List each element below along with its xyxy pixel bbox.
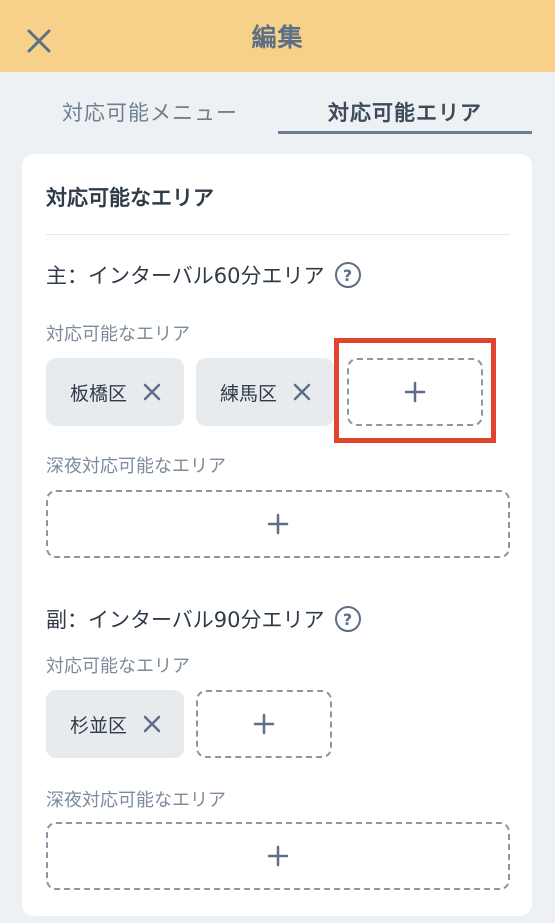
remove-icon[interactable] bbox=[292, 382, 312, 402]
primary-area-title: 主：インターバル60分エリア bbox=[46, 264, 325, 288]
close-icon bbox=[27, 29, 51, 53]
add-area-button[interactable] bbox=[196, 690, 332, 758]
help-icon[interactable]: ? bbox=[334, 262, 361, 288]
plus-icon bbox=[267, 513, 289, 535]
remove-icon[interactable] bbox=[142, 382, 162, 402]
secondary-area-section-title: 副：インターバル90分エリア ? bbox=[46, 604, 361, 634]
tab-available-area[interactable]: 対応可能エリア bbox=[278, 90, 532, 134]
card-title: 対応可能なエリア bbox=[46, 186, 214, 210]
primary-areas-label: 対応可能なエリア bbox=[46, 324, 190, 345]
secondary-area-title: 副：インターバル90分エリア bbox=[46, 608, 325, 632]
add-night-area-button[interactable] bbox=[46, 822, 510, 890]
area-chip-nerima: 練馬区 bbox=[196, 358, 334, 426]
plus-icon bbox=[253, 713, 275, 735]
area-chip-suginami: 杉並区 bbox=[46, 690, 184, 758]
primary-night-label: 深夜対応可能なエリア bbox=[46, 456, 226, 477]
area-chip-label: 練馬区 bbox=[220, 382, 278, 405]
page-title: 編集 bbox=[251, 23, 304, 52]
secondary-night-label: 深夜対応可能なエリア bbox=[46, 790, 226, 811]
primary-area-section-title: 主：インターバル60分エリア ? bbox=[46, 260, 361, 290]
add-night-area-button[interactable] bbox=[46, 490, 510, 558]
area-chip-label: 板橋区 bbox=[70, 382, 128, 405]
add-area-button[interactable] bbox=[347, 358, 483, 426]
plus-icon bbox=[267, 845, 289, 867]
remove-icon[interactable] bbox=[142, 714, 162, 734]
plus-icon bbox=[404, 381, 426, 403]
secondary-areas-label: 対応可能なエリア bbox=[46, 656, 190, 677]
help-icon[interactable]: ? bbox=[334, 606, 361, 632]
area-chip-itabashi: 板橋区 bbox=[46, 358, 184, 426]
close-button[interactable] bbox=[22, 24, 56, 58]
app-header: 編集 bbox=[0, 0, 555, 72]
area-card: 対応可能なエリア 主：インターバル60分エリア ? 対応可能なエリア 板橋区 練… bbox=[22, 154, 532, 916]
tab-available-menu[interactable]: 対応可能メニュー bbox=[40, 90, 260, 134]
tab-bar: 対応可能メニュー 対応可能エリア bbox=[0, 90, 555, 134]
divider bbox=[46, 234, 510, 235]
area-chip-label: 杉並区 bbox=[70, 714, 128, 737]
